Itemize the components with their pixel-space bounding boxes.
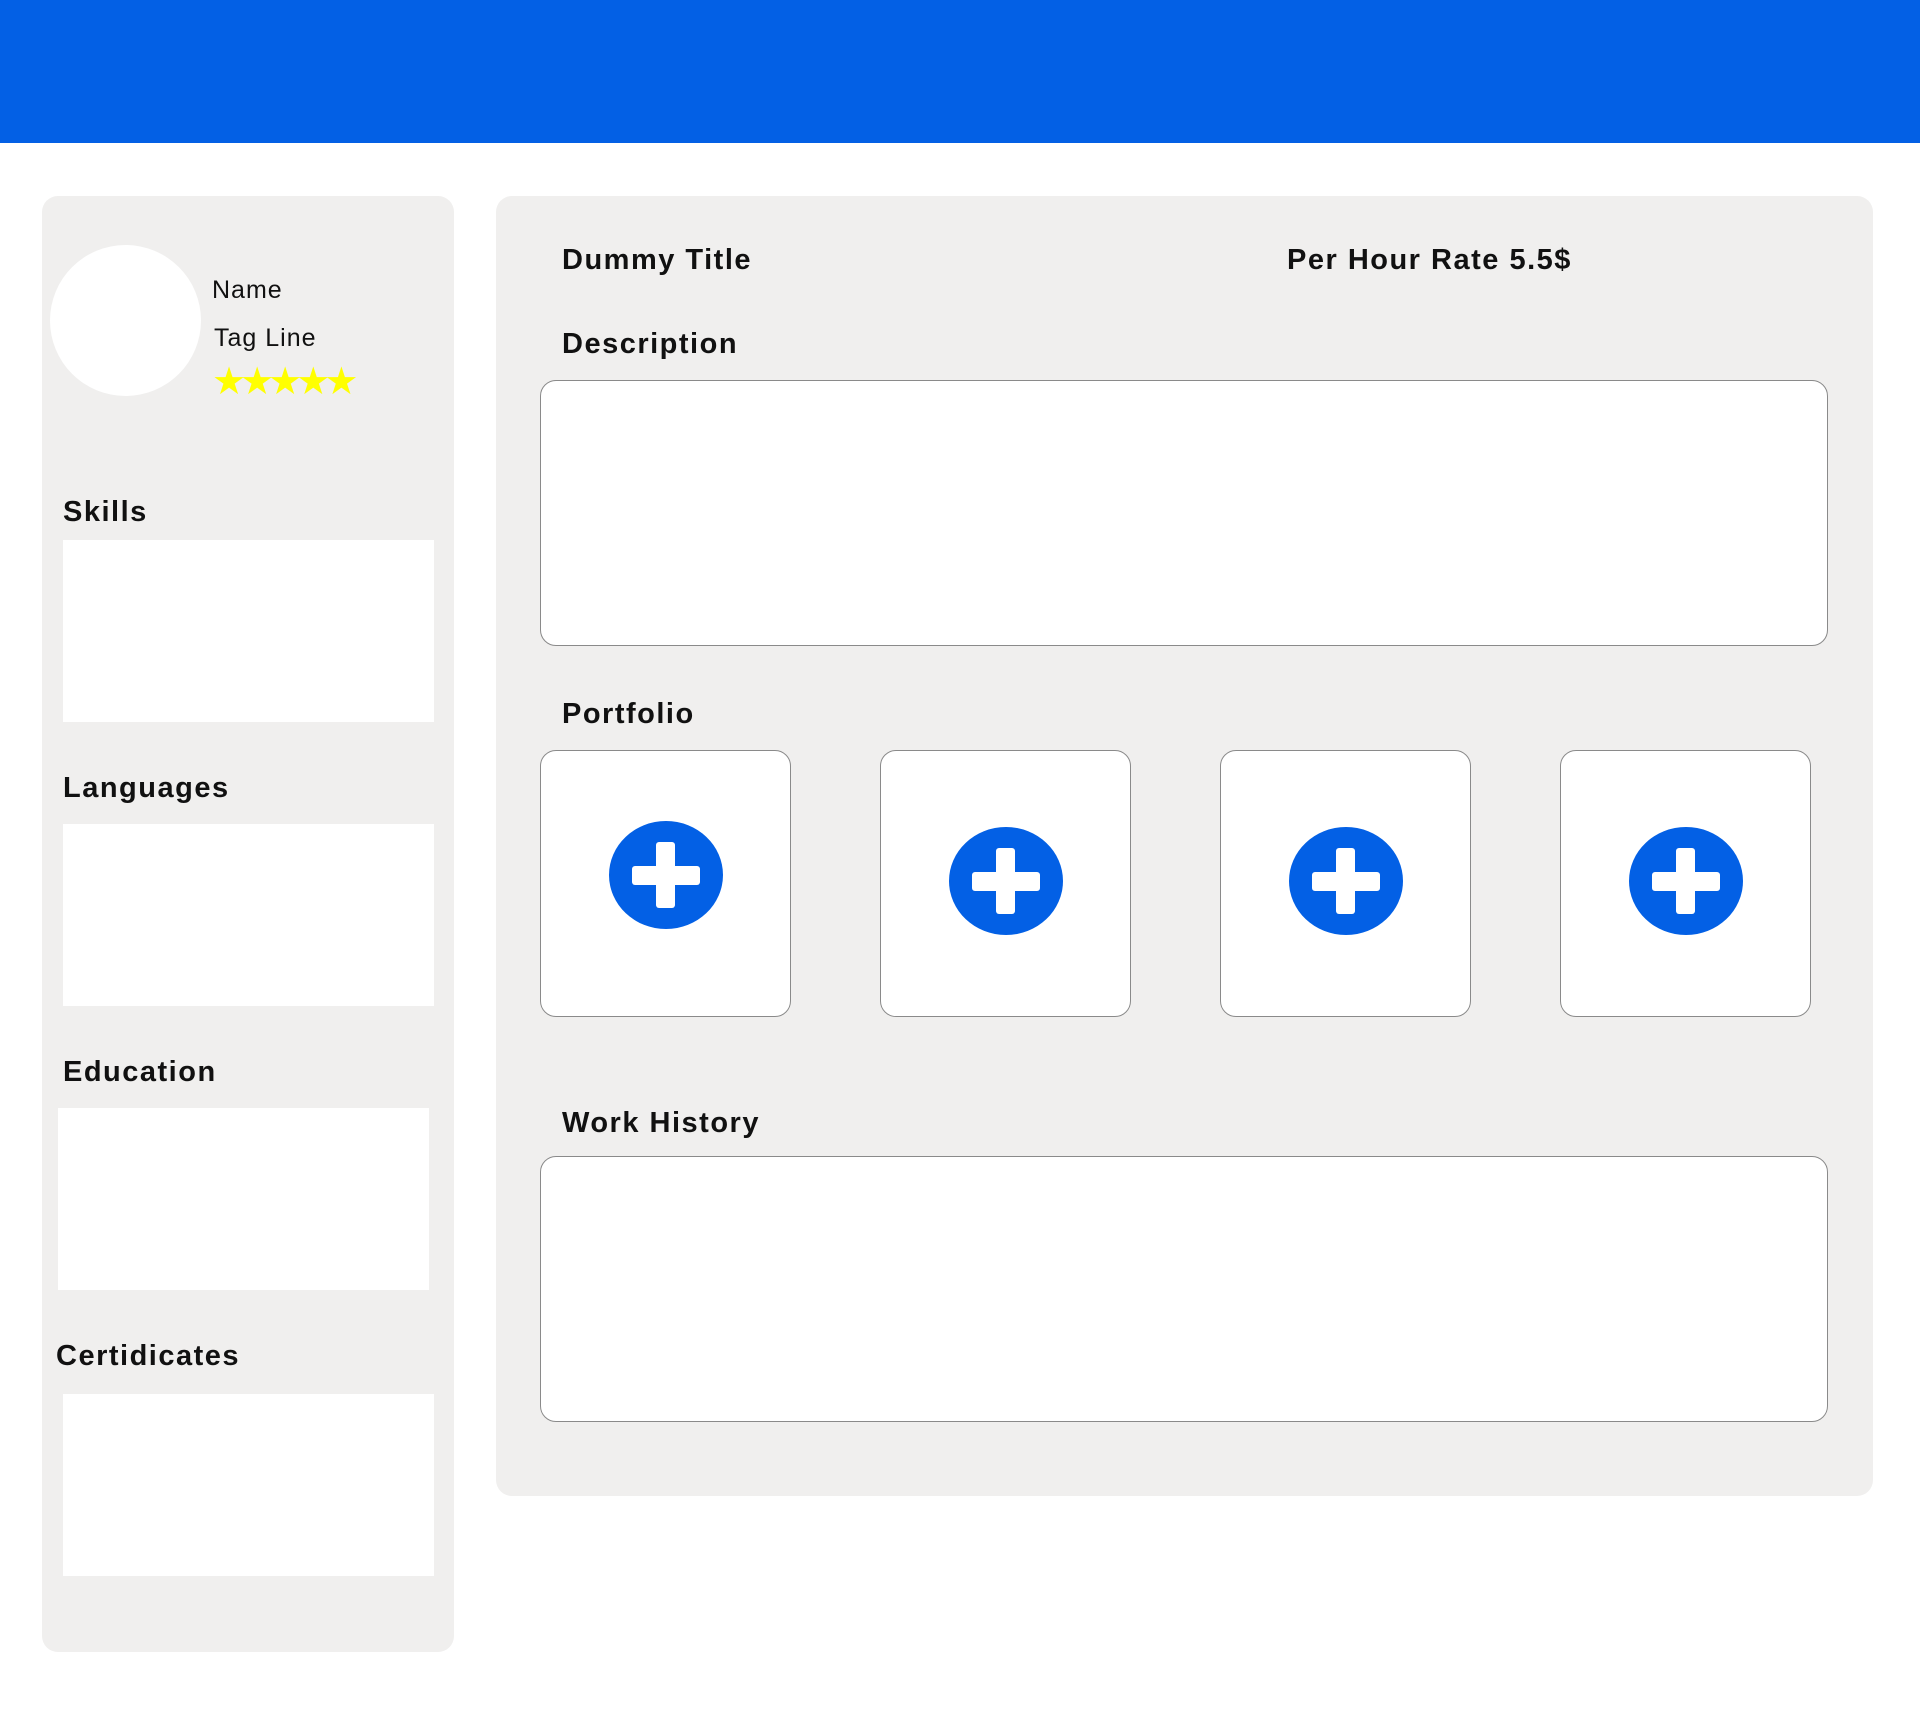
skills-box[interactable] [63,540,434,722]
plus-circle-icon[interactable] [1629,827,1743,935]
portfolio-label: Portfolio [562,698,695,730]
profile-name: Name [212,276,283,304]
certificates-box[interactable] [63,1394,434,1576]
portfolio-add-tile-2[interactable] [880,750,1131,1017]
certificates-label: Certidicates [56,1340,241,1372]
languages-box[interactable] [63,824,434,1006]
plus-circle-icon[interactable] [609,821,723,929]
portfolio-add-tile-1[interactable] [540,750,791,1017]
star-icon: ★ [324,359,358,403]
languages-label: Languages [63,772,230,804]
top-header-bar [0,0,1920,143]
star-icon: ★ [296,359,330,403]
education-label: Education [63,1056,217,1088]
work-history-label: Work History [562,1107,760,1139]
plus-circle-icon[interactable] [949,827,1063,935]
portfolio-add-tile-4[interactable] [1560,750,1811,1017]
star-icon: ★ [268,359,302,403]
profile-sidebar: Name Tag Line ★★★★★ Skills Languages Edu… [42,196,454,1652]
page-title: Dummy Title [562,244,753,276]
portfolio-add-tile-3[interactable] [1220,750,1471,1017]
profile-tagline: Tag Line [214,324,317,352]
avatar[interactable] [50,245,201,396]
description-box[interactable] [540,380,1828,646]
star-icon: ★ [240,359,274,403]
skills-label: Skills [63,496,148,528]
star-icon: ★ [212,359,246,403]
star-rating: ★★★★★ [212,359,358,403]
hourly-rate: Per Hour Rate 5.5$ [1287,244,1572,276]
plus-circle-icon[interactable] [1289,827,1403,935]
main-panel: Dummy Title Per Hour Rate 5.5$ Descripti… [496,196,1873,1496]
work-history-box[interactable] [540,1156,1828,1422]
education-box[interactable] [58,1108,429,1290]
description-label: Description [562,328,739,360]
